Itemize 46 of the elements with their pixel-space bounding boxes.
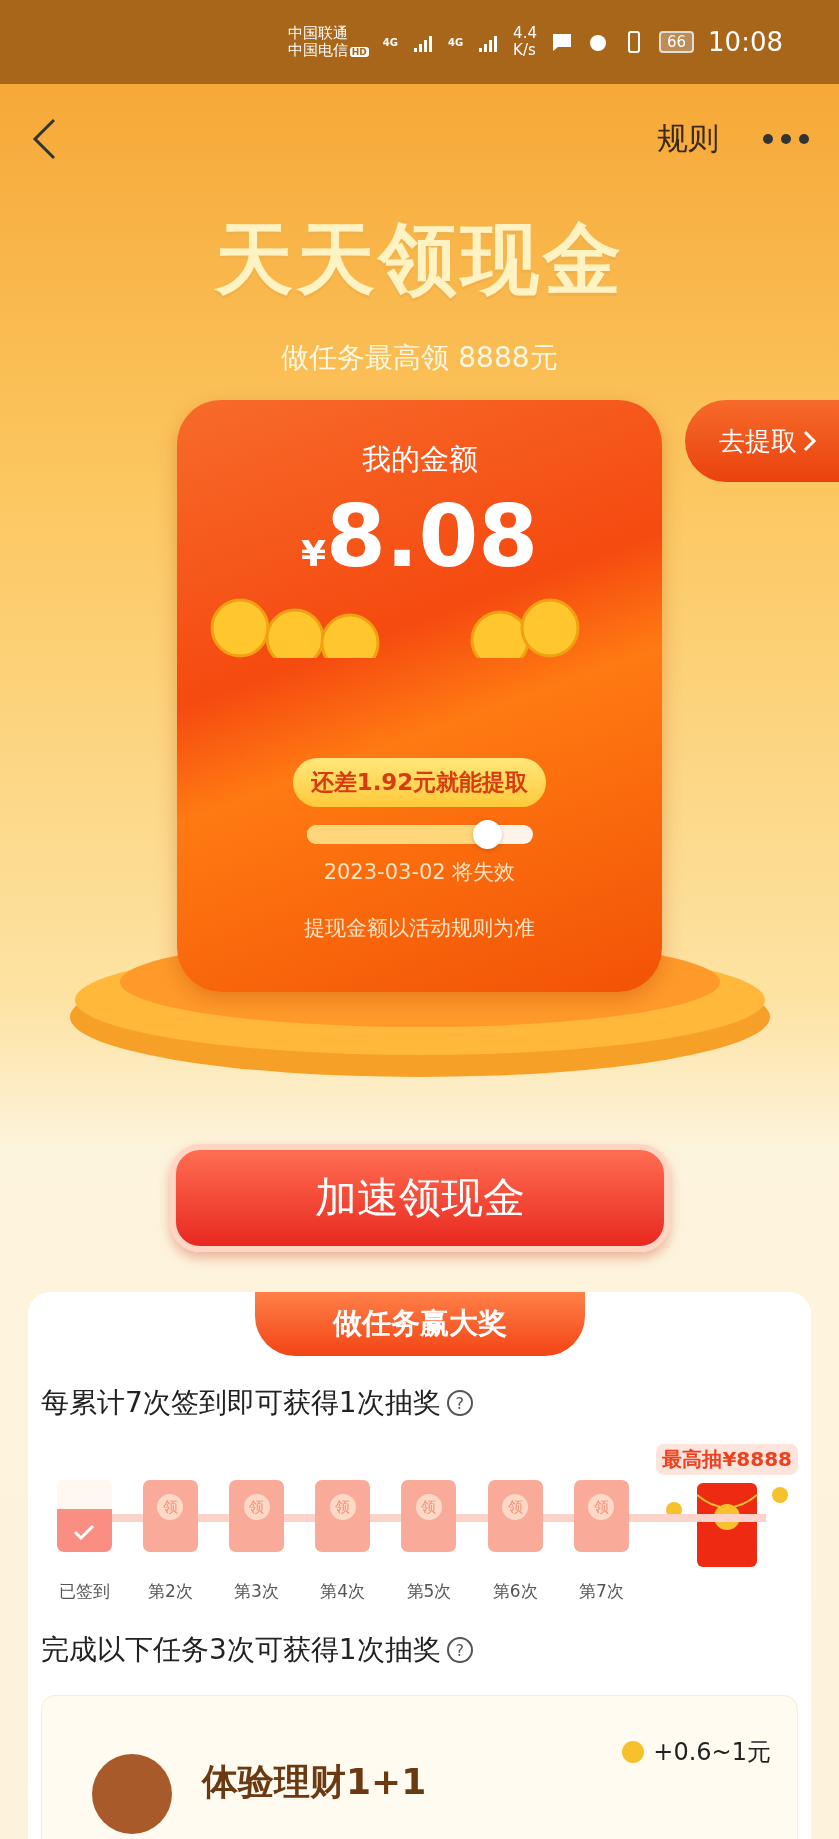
envelope-seal: 领 [243,1494,270,1520]
network-speed: 4.4 [513,24,537,42]
day-label: 第6次 [492,1580,538,1603]
expiry-text: 2023-03-02 将失效 [323,859,516,886]
page-title: 天天领现金 [214,213,625,306]
battery-level: 66 [658,31,695,53]
day-label: 已签到 [58,1580,110,1603]
note-text: 提现金额以活动规则为准 [304,915,535,942]
more-icon[interactable] [763,134,809,144]
clock-time: 10:08 [708,27,783,57]
network-type: 4G [447,36,464,48]
carrier-name: 中国电信 HD [287,42,369,60]
network-speed-unit: K/s [513,42,537,60]
currency-symbol: ¥ [300,533,326,574]
envelope-seal: 领 [588,1494,615,1520]
envelope-seal: 领 [415,1494,442,1520]
panel-header: 做任务赢大奖 [254,1292,585,1356]
message-icon [550,32,573,52]
task-section-title: 完成以下任务3次可获得1次抽奖 [41,1632,441,1668]
balance-amount: 8.08 [325,486,539,586]
day-label: 第7次 [578,1580,624,1603]
help-icon[interactable]: ? [446,1390,473,1416]
day-label: 第2次 [147,1580,193,1603]
subtitle: 做任务最高领 8888元 [281,340,558,376]
envelope-seal: 领 [157,1494,184,1520]
prize-badge: 最高抽¥8888 [656,1444,798,1475]
envelope-seal: 领 [329,1494,356,1520]
chevron-icon [803,430,817,452]
task-name: 体验理财1+1 [202,1760,427,1804]
day-label: 第4次 [320,1580,366,1603]
check-icon [73,1524,96,1540]
day-label: 第5次 [406,1580,452,1603]
task-reward: +0.6~1元 [653,1737,771,1768]
progress-thumb [473,820,503,849]
back-icon[interactable] [32,118,56,160]
rules-link[interactable]: 规则 [657,118,719,160]
tip-bubble: 还差1.92元就能提取 [292,758,547,807]
carrier-name: 中国联通 [287,24,349,42]
coin-icon [621,1740,646,1764]
help-icon[interactable]: ? [446,1637,473,1663]
boost-button[interactable]: 加速领现金 [169,1144,670,1252]
envelope-seal: 领 [502,1494,529,1520]
network-type: 4G [382,36,398,48]
day-label: 第3次 [234,1580,279,1603]
balance-label: 我的金额 [361,441,478,478]
signin-title: 每累计7次签到即可获得1次抽奖 [41,1385,441,1421]
